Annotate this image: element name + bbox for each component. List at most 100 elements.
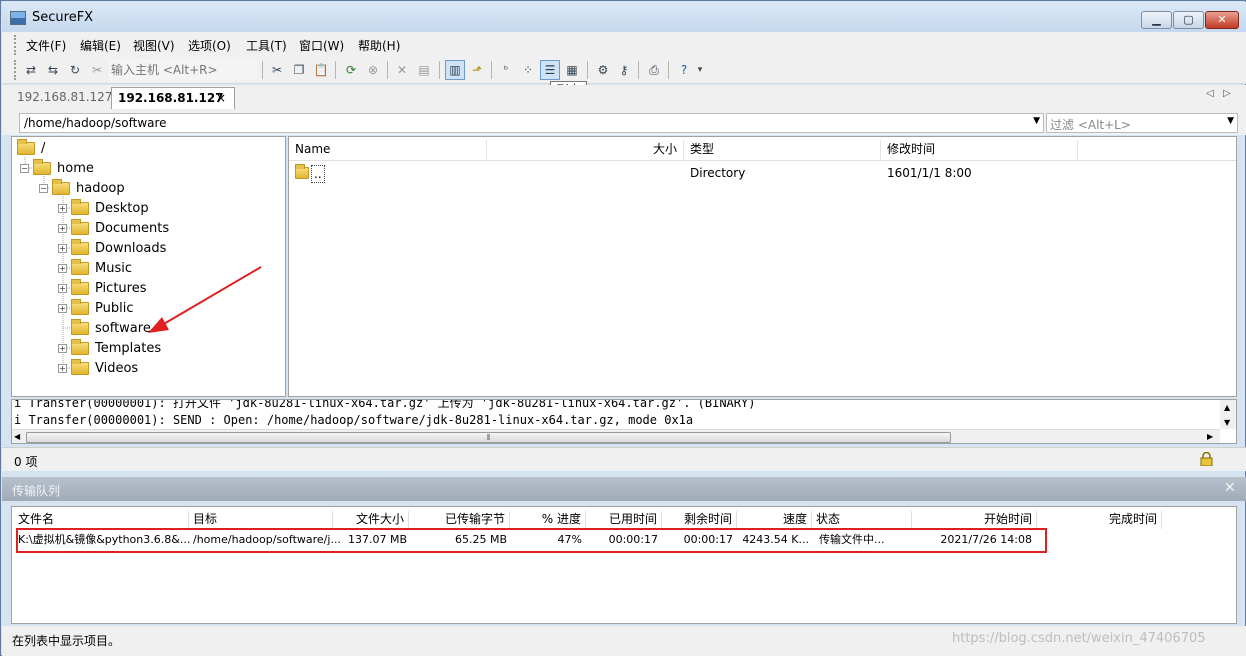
log-scroll-thumb[interactable]: ⦀ (26, 432, 951, 443)
file-list[interactable]: Name 大小 类型 修改时间 .. Directory 1601/1/1 8:… (288, 136, 1237, 397)
queue-title: 传输队列 (12, 484, 61, 498)
toolbar-grip[interactable] (14, 60, 18, 80)
column-modified[interactable]: 修改时间 (881, 140, 1078, 160)
minimize-button[interactable]: ▁ (1141, 11, 1172, 29)
path-bar: /home/hadoop/software ▼ 过滤 <Alt+L> ▼ (2, 109, 1246, 135)
folder-tree[interactable]: / − home − hadoop + Desktop + Documents + Dow… (11, 136, 286, 397)
reconnect-icon[interactable]: ↻ (65, 60, 85, 80)
tab-session-1[interactable]: 192.168.81.127 (11, 87, 118, 109)
menu-bar: 文件(F) 编辑(E) 视图(V) 选项(O) 工具(T) 窗口(W) 帮助(H… (2, 32, 1246, 56)
toolbar-separator (387, 61, 388, 79)
copy-icon[interactable]: ❐ (289, 60, 309, 80)
menu-tools[interactable]: 工具(T) (246, 37, 287, 54)
disconnect-icon[interactable]: ✂ (87, 60, 107, 80)
tab-close-icon[interactable]: × (216, 91, 226, 105)
column-size[interactable]: 大小 (487, 140, 684, 160)
toolbar-separator (668, 61, 669, 79)
menu-window[interactable]: 窗口(W) (299, 37, 344, 54)
toolbar-separator (439, 61, 440, 79)
path-value: /home/hadoop/software (24, 116, 167, 130)
refresh-icon[interactable]: ⟳ (341, 60, 361, 80)
path-dropdown-icon[interactable]: ▼ (1033, 116, 1040, 126)
toolbar-separator (638, 61, 639, 79)
help-icon[interactable]: ? (674, 60, 694, 80)
close-window-button[interactable]: ✕ (1205, 11, 1239, 29)
file-row-name[interactable]: .. (311, 165, 325, 183)
scroll-left-icon[interactable]: ◀ (14, 432, 20, 441)
tree-view-icon[interactable]: ▥ (445, 60, 465, 80)
menu-view[interactable]: 视图(V) (133, 37, 175, 54)
log-line: i Transfer(00000001): 打开文件 'jdk-8u281-li… (14, 399, 756, 410)
log-line: i Transfer(00000001): SEND : Open: /home… (14, 413, 694, 427)
toolbar-separator (491, 61, 492, 79)
queue-col-elapsed[interactable]: 已用时间 (586, 511, 662, 529)
menu-help[interactable]: 帮助(H) (358, 37, 400, 54)
queue-col-target[interactable]: 目标 (189, 511, 333, 529)
menu-edit[interactable]: 编辑(E) (80, 37, 121, 54)
tab-scroll-left-icon[interactable]: ◁ (1206, 88, 1214, 99)
queue-close-icon[interactable]: ✕ (1224, 480, 1236, 496)
queue-col-size[interactable]: 文件大小 (333, 511, 409, 529)
red-highlight-box (16, 528, 1047, 553)
key-icon[interactable]: ⚷ (614, 60, 634, 80)
list-view-icon[interactable]: ☰ (540, 60, 560, 80)
toolbar-overflow-icon[interactable]: ▾ (694, 60, 706, 80)
title-bar[interactable]: SecureFX ▁ ▢ ✕ (2, 2, 1246, 32)
paste-icon[interactable]: 📋 (311, 60, 331, 80)
scroll-up-icon[interactable]: ▲ (1224, 403, 1230, 412)
small-icons-icon[interactable]: ⁘ (518, 60, 538, 80)
connect-icon[interactable]: ⇄ (21, 60, 41, 80)
toolbar: ⇄ ⇆ ↻ ✂ ✂ ❐ 📋 ⟳ ⊗ ✕ ▤ ▥ ⬏ ᵇ ⁘ ☰ ▦ ⚙ ⚷ ⎙ … (2, 56, 1246, 84)
queue-col-speed[interactable]: 速度 (737, 511, 812, 529)
up-folder-icon[interactable]: ⬏ (467, 60, 487, 80)
securefx-app-icon (10, 11, 26, 25)
scroll-right-icon[interactable]: ▶ (1207, 432, 1213, 441)
print-icon[interactable]: ⎙ (644, 60, 664, 80)
main-status-bar: 在列表中显示项目。 https://blog.csdn.net/weixin_4… (2, 626, 1246, 656)
cut-icon[interactable]: ✂ (267, 60, 287, 80)
log-horizontal-scrollbar[interactable]: ◀ ⦀ ▶ (12, 429, 1220, 443)
queue-col-finish[interactable]: 完成时间 (1037, 511, 1162, 529)
toolbar-separator (335, 61, 336, 79)
filter-dropdown-icon[interactable]: ▼ (1227, 116, 1234, 126)
scroll-down-icon[interactable]: ▼ (1224, 418, 1230, 427)
tab-session-2-active[interactable]: 192.168.81.127 × (111, 87, 235, 109)
filter-placeholder: 过滤 <Alt+L> (1050, 118, 1131, 132)
parent-folder-icon (295, 164, 311, 179)
queue-col-state[interactable]: 状态 (812, 511, 912, 529)
transfer-queue[interactable]: 文件名 目标 文件大小 已传输字节 % 进度 已用时间 剩余时间 速度 状态 开… (11, 506, 1237, 624)
maximize-button[interactable]: ▢ (1173, 11, 1204, 29)
tab-scroll-right-icon[interactable]: ▷ (1223, 88, 1231, 99)
item-count: 0 项 (14, 455, 38, 469)
log-pane[interactable]: i Transfer(00000001): 打开文件 'jdk-8u281-li… (11, 399, 1237, 444)
column-name[interactable]: Name (289, 140, 487, 160)
path-combobox[interactable]: /home/hadoop/software ▼ (19, 113, 1044, 133)
session-tab-bar: 192.168.81.127 192.168.81.127 × ◁ ▷ (2, 85, 1246, 109)
filter-combobox[interactable]: 过滤 <Alt+L> ▼ (1046, 113, 1238, 133)
file-row-modified: 1601/1/1 8:00 (887, 166, 972, 180)
stop-icon[interactable]: ⊗ (363, 60, 383, 80)
properties-icon[interactable]: ▤ (414, 60, 434, 80)
quick-connect-icon[interactable]: ⇆ (43, 60, 63, 80)
column-type[interactable]: 类型 (684, 140, 881, 160)
delete-icon[interactable]: ✕ (392, 60, 412, 80)
log-vertical-scrollbar[interactable]: ▲ ▼ (1220, 400, 1236, 429)
menubar-grip[interactable] (14, 35, 18, 55)
queue-col-transferred[interactable]: 已传输字节 (409, 511, 510, 529)
tab-label: 192.168.81.127 (118, 91, 224, 105)
host-input[interactable] (109, 59, 257, 80)
file-list-header: Name 大小 类型 修改时间 (289, 137, 1236, 161)
large-icons-icon[interactable]: ᵇ (496, 60, 516, 80)
menu-options[interactable]: 选项(O) (188, 37, 231, 54)
queue-col-progress[interactable]: % 进度 (510, 511, 586, 529)
pane-status-bar: 0 项 (2, 447, 1246, 471)
app-window: SecureFX ▁ ▢ ✕ 文件(F) 编辑(E) 视图(V) 选项(O) 工… (0, 0, 1246, 656)
session-options-icon[interactable]: ⚙ (593, 60, 613, 80)
details-view-icon[interactable]: ▦ (562, 60, 582, 80)
red-annotation-arrow (148, 266, 262, 333)
status-message: 在列表中显示项目。 (12, 634, 121, 648)
menu-file[interactable]: 文件(F) (26, 37, 66, 54)
queue-col-filename[interactable]: 文件名 (14, 511, 189, 529)
queue-col-remaining[interactable]: 剩余时间 (662, 511, 737, 529)
queue-col-start[interactable]: 开始时间 (912, 511, 1037, 529)
